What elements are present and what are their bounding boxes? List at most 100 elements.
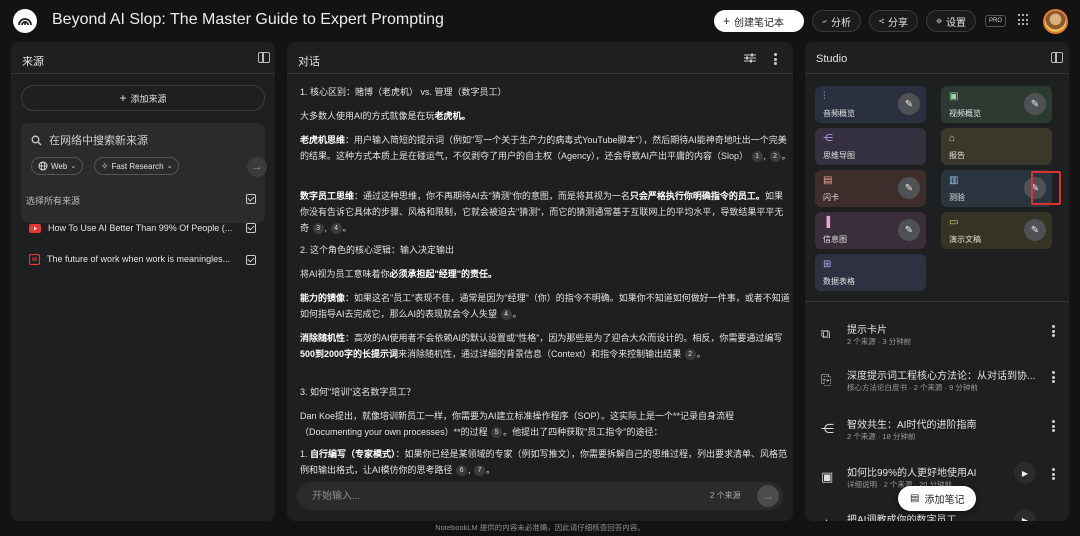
more-options-icon[interactable] xyxy=(1052,371,1055,383)
pencil-icon: ✎ xyxy=(904,182,914,194)
edit-button[interactable]: ✎ xyxy=(898,219,920,241)
select-all-checkbox[interactable] xyxy=(246,194,256,204)
mindmap-icon: ⋲ xyxy=(823,133,833,144)
disclaimer-footer: NotebookLM 提供的内容未必准确，因此请仔细核查回答内容。 xyxy=(435,523,645,532)
citation-chip[interactable]: 1 xyxy=(751,151,763,163)
search-input[interactable] xyxy=(49,132,249,150)
citation-chip[interactable]: 2 xyxy=(684,349,696,361)
citation-chip[interactable]: 5 xyxy=(491,427,503,439)
notebooklm-logo-icon[interactable] xyxy=(13,9,37,33)
chat-panel: 对话 1. 核心区别：赌博（老虎机） vs. 管理（数字员工） 大多数人使用AI… xyxy=(287,42,793,521)
citation-chip[interactable]: 4 xyxy=(500,309,512,321)
source-item[interactable]: How To Use AI Better Than 99% Of People … xyxy=(29,221,232,235)
chat-paragraph: 消除随机性：高效的AI使用者不会依赖AI的默认设置或"性格"，因为那些是为了迎合… xyxy=(300,333,783,361)
play-button[interactable]: ▶ xyxy=(1014,509,1036,521)
notebook-title[interactable]: Beyond AI Slop: The Master Guide to Expe… xyxy=(52,11,444,29)
web-dropdown[interactable]: Web ⌄ xyxy=(31,157,84,175)
share-button[interactable]: 分享 xyxy=(869,10,918,32)
apps-grid-icon[interactable] xyxy=(1018,14,1030,26)
more-options-icon[interactable] xyxy=(1052,420,1055,432)
note-item[interactable]: ⎘ 深度提示词工程核心方法论：从对话到协... 核心方法论白皮书 · 2 个来源… xyxy=(805,364,1069,402)
note-meta: 2 个来源 · 3 分钟前 xyxy=(847,337,912,346)
tile-flashcards[interactable]: ▤ 闪卡 ✎ xyxy=(815,170,926,207)
arrow-right-icon: → xyxy=(762,489,774,503)
create-notebook-label: 创建笔记本 xyxy=(734,17,785,29)
chat-paragraph: 将AI视为员工意味着你必须承担起"经理"的责任。 xyxy=(300,269,498,279)
tile-infographic[interactable]: ▐ 信息图 ✎ xyxy=(815,212,926,249)
more-options-icon[interactable] xyxy=(1052,325,1055,337)
sparkle-search-icon: ✧ xyxy=(101,160,109,171)
report-icon: ⎘ xyxy=(821,372,832,387)
chat-paragraph: 能力的镜像：如果这名"员工"表现不佳，通常是因为"经理"（你）的指令不明确。如果… xyxy=(300,293,790,321)
chat-input[interactable] xyxy=(312,487,692,505)
citation-chip[interactable]: 6 xyxy=(456,465,468,477)
chat-paragraph: 大多数人使用AI的方式就像是在玩老虎机。 xyxy=(300,111,471,121)
search-icon xyxy=(31,135,42,146)
youtube-icon xyxy=(29,223,41,233)
play-icon: ▶ xyxy=(1021,515,1029,522)
source-item[interactable]: The future of work when work is meaningl… xyxy=(29,252,230,266)
pro-badge: PRO xyxy=(985,15,1007,27)
chat-more-options-icon[interactable] xyxy=(774,53,777,65)
research-mode-dropdown[interactable]: ✧ Fast Research ⌄ xyxy=(94,157,180,175)
collapse-panel-icon[interactable] xyxy=(258,52,270,63)
settings-button[interactable]: 设置 xyxy=(926,10,976,32)
source-checkbox[interactable] xyxy=(246,223,256,233)
tile-slides[interactable]: ▭ 演示文稿 ✎ xyxy=(941,212,1052,249)
document-icon xyxy=(29,253,40,265)
edit-button[interactable]: ✎ xyxy=(1024,219,1046,241)
select-all-label: 选择所有来源 xyxy=(26,196,81,206)
note-title: 把AI调教成你的数字员工 xyxy=(847,515,957,521)
video-icon: ▣ xyxy=(821,469,834,484)
chat-paragraph: 2. 这个角色的核心逻辑：输入决定输出 xyxy=(300,245,455,255)
chat-input-bar: 2 个来源 → xyxy=(297,482,783,510)
chat-paragraph: Dan Koe提出，就像培训新员工一样，你需要为AI建立标准操作程序（SOP）。… xyxy=(300,411,735,439)
tile-video-overview[interactable]: ▣ 视频概览 ✎ xyxy=(941,86,1052,123)
tile-report[interactable]: ⌂ 报告 xyxy=(941,128,1052,165)
chat-title: 对话 xyxy=(298,56,320,68)
edit-button[interactable]: ✎ xyxy=(898,93,920,115)
citation-chip[interactable]: 4 xyxy=(330,223,342,235)
highlight-box xyxy=(1031,171,1061,205)
tune-icon[interactable] xyxy=(744,53,756,63)
note-title: 深度提示词工程核心方法论：从对话到协... xyxy=(847,371,1036,382)
globe-icon xyxy=(38,161,48,171)
add-source-button[interactable]: + 添加来源 xyxy=(21,85,265,111)
analytics-button[interactable]: 分析 xyxy=(812,10,861,32)
tile-label: 测验 xyxy=(949,193,965,202)
edit-button[interactable]: ✎ xyxy=(1024,93,1046,115)
tile-audio-overview[interactable]: ⫶ 音频概览 ✎ xyxy=(815,86,926,123)
tile-label: 闪卡 xyxy=(823,193,839,202)
avatar[interactable] xyxy=(1043,9,1068,34)
plus-icon: + xyxy=(119,91,127,105)
chevron-down-icon: ⌄ xyxy=(166,163,173,170)
citation-chip[interactable]: 7 xyxy=(474,465,486,477)
play-button[interactable]: ▶ xyxy=(1014,462,1036,484)
add-note-button[interactable]: ▤ 添加笔记 xyxy=(898,486,977,511)
more-options-icon[interactable] xyxy=(1052,468,1055,480)
chat-paragraph: 3. 如何"培训"这名数字员工？ xyxy=(300,387,416,397)
source-checkbox[interactable] xyxy=(246,255,256,265)
slides-icon: ▭ xyxy=(949,217,959,228)
tile-label: 音频概览 xyxy=(823,109,855,118)
note-item[interactable]: ⋲ 智效共生：AI时代的进阶指南 2 个来源 · 18 分钟前 xyxy=(805,413,1069,451)
note-title: 提示卡片 xyxy=(847,325,887,336)
chat-paragraph: 数字员工思维：通过这种思维，你不再期待AI去"猜测"你的意图，而是将其视为一名只… xyxy=(300,191,784,235)
edit-button[interactable]: ✎ xyxy=(898,177,920,199)
citation-chip[interactable]: 3 xyxy=(312,223,324,235)
create-notebook-button[interactable]: + 创建笔记本 xyxy=(714,10,804,32)
send-button[interactable]: → xyxy=(757,485,779,507)
quiz-icon: ▥ xyxy=(949,175,959,186)
note-item[interactable]: ⧉ 提示卡片 2 个来源 · 3 分钟前 xyxy=(805,318,1069,356)
tile-mind-map[interactable]: ⋲ 思维导图 xyxy=(815,128,926,165)
submit-search-button[interactable]: → xyxy=(247,157,267,177)
divider xyxy=(11,73,275,74)
pencil-icon: ✎ xyxy=(904,98,914,110)
citation-chip[interactable]: 2 xyxy=(769,151,781,163)
collapse-panel-icon[interactable] xyxy=(1051,52,1063,63)
chat-paragraph: 老虎机思维：用户输入简短的提示词（例如"写一个关于生产力的病毒式YouTube脚… xyxy=(300,135,791,163)
divider xyxy=(805,73,1069,74)
tile-data-table[interactable]: ⊞ 数据表格 xyxy=(815,254,926,291)
note-icon: ▤ xyxy=(910,493,920,504)
research-chip-label: Fast Research xyxy=(111,161,164,171)
